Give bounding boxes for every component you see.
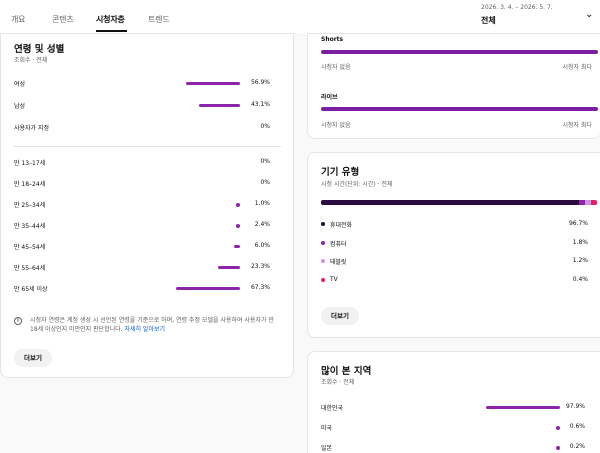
more-button[interactable]: 더보기: [14, 349, 52, 367]
live-max-label: 시청자 최다: [562, 122, 592, 129]
row-value: 43.1%: [250, 101, 270, 108]
card-subtitle: 조회수 · 전체: [321, 379, 355, 386]
card-title: 연령 및 성별: [14, 44, 65, 55]
row-value: 1.8%: [572, 238, 588, 246]
shorts-bar: [321, 50, 598, 54]
tab-overview[interactable]: 개요: [11, 14, 26, 25]
row-value: 96.7%: [568, 220, 588, 227]
row-label: 만 25–34세: [14, 202, 46, 209]
row-label: 컴퓨터: [330, 240, 347, 248]
active-tab-indicator: [96, 30, 127, 32]
device-type-card: 기기 유형 시청 시간(단위: 시간) · 전체 더보기 휴대전화 96.7% 컴퓨…: [307, 152, 600, 338]
live-label: 라이브: [321, 94, 338, 101]
row-value: 67.3%: [250, 284, 270, 291]
tab-content[interactable]: 콘텐츠: [52, 14, 74, 25]
legend-dot: [321, 222, 325, 226]
date-period-label[interactable]: 전체: [481, 15, 496, 26]
content-type-card: Shorts 시청자 없음 시청자 최다 라이브 시청자 없음 시청자 최다: [307, 33, 600, 139]
device-segment: [591, 200, 598, 205]
row-value: 0.2%: [569, 443, 585, 450]
card-subtitle: 조회수 · 전체: [14, 57, 48, 64]
row-label: 만 13–17세: [14, 160, 46, 167]
top-bar: 개요 콘텐츠 시청자층 트렌드 2026. 3. 4. – 2026. 5. 7…: [0, 0, 600, 33]
row-label: 일본: [321, 445, 333, 452]
card-title: 기기 유형: [321, 167, 360, 178]
device-segment: [321, 200, 580, 205]
live-bar: [321, 107, 598, 111]
row-value: 0%: [260, 179, 270, 186]
row-label: 여성: [14, 81, 26, 88]
live-min-label: 시청자 없음: [321, 122, 351, 129]
info-text: 시청자 연령은 계정 생성 시 선언된 연령을 기준으로 하며, 연령 추정 모…: [30, 317, 274, 333]
date-range[interactable]: 2026. 3. 4. – 2026. 5. 7.: [481, 4, 553, 11]
row-value: 0.4%: [572, 275, 588, 283]
row-label: 미국: [321, 425, 333, 432]
row-value: 1.0%: [254, 200, 270, 207]
legend-dot: [321, 259, 325, 263]
shorts-label: Shorts: [321, 36, 344, 43]
chevron-down-icon[interactable]: ⌄: [585, 9, 593, 20]
shorts-min-label: 시청자 없음: [321, 64, 351, 71]
divider: [14, 146, 281, 147]
row-value: 1.2%: [572, 257, 588, 264]
age-gender-card: 연령 및 성별 조회수 · 전체 i 시청자 연령은 계정 생성 시 선언된 연…: [0, 33, 294, 378]
tab-audience[interactable]: 시청자층: [96, 14, 125, 25]
row-label: 사용자가 지정: [14, 125, 50, 132]
row-value: 0.6%: [569, 423, 585, 430]
more-button[interactable]: 더보기: [321, 307, 359, 325]
row-label: 만 45–54세: [14, 244, 46, 251]
row-value: 6.0%: [254, 242, 270, 249]
row-value: 2.4%: [254, 221, 270, 228]
info-icon: i: [14, 317, 22, 325]
row-value: 23.3%: [250, 263, 270, 270]
shorts-max-label: 시청자 최다: [562, 64, 592, 71]
card-subtitle: 시청 시간(단위: 시간) · 전체: [321, 181, 393, 188]
row-label: 남성: [14, 103, 26, 110]
row-label: 태블릿: [330, 259, 347, 266]
row-value: 56.9%: [250, 79, 270, 86]
row-label: 만 35–44세: [14, 223, 46, 230]
row-value: 97.9%: [565, 403, 585, 410]
row-value: 0%: [260, 123, 270, 130]
row-label: 만 65세 이상: [14, 286, 48, 293]
row-label: TV: [330, 275, 338, 283]
row-label: 만 18–24세: [14, 181, 46, 188]
legend-dot: [321, 277, 325, 282]
tab-trends[interactable]: 트렌드: [148, 14, 170, 25]
card-title: 많이 본 지역: [321, 366, 372, 377]
row-label: 휴대전화: [330, 222, 353, 229]
row-label: 대한민국: [321, 405, 344, 412]
geography-card: 많이 본 지역 조회수 · 전체 대한민국 97.9% 미국 0.6% 일본 0.2%: [307, 351, 600, 453]
legend-dot: [321, 240, 325, 245]
row-label: 만 55–64세: [14, 265, 46, 272]
row-value: 0%: [260, 158, 270, 165]
learn-more-link[interactable]: 자세히 알아보기: [124, 326, 165, 333]
